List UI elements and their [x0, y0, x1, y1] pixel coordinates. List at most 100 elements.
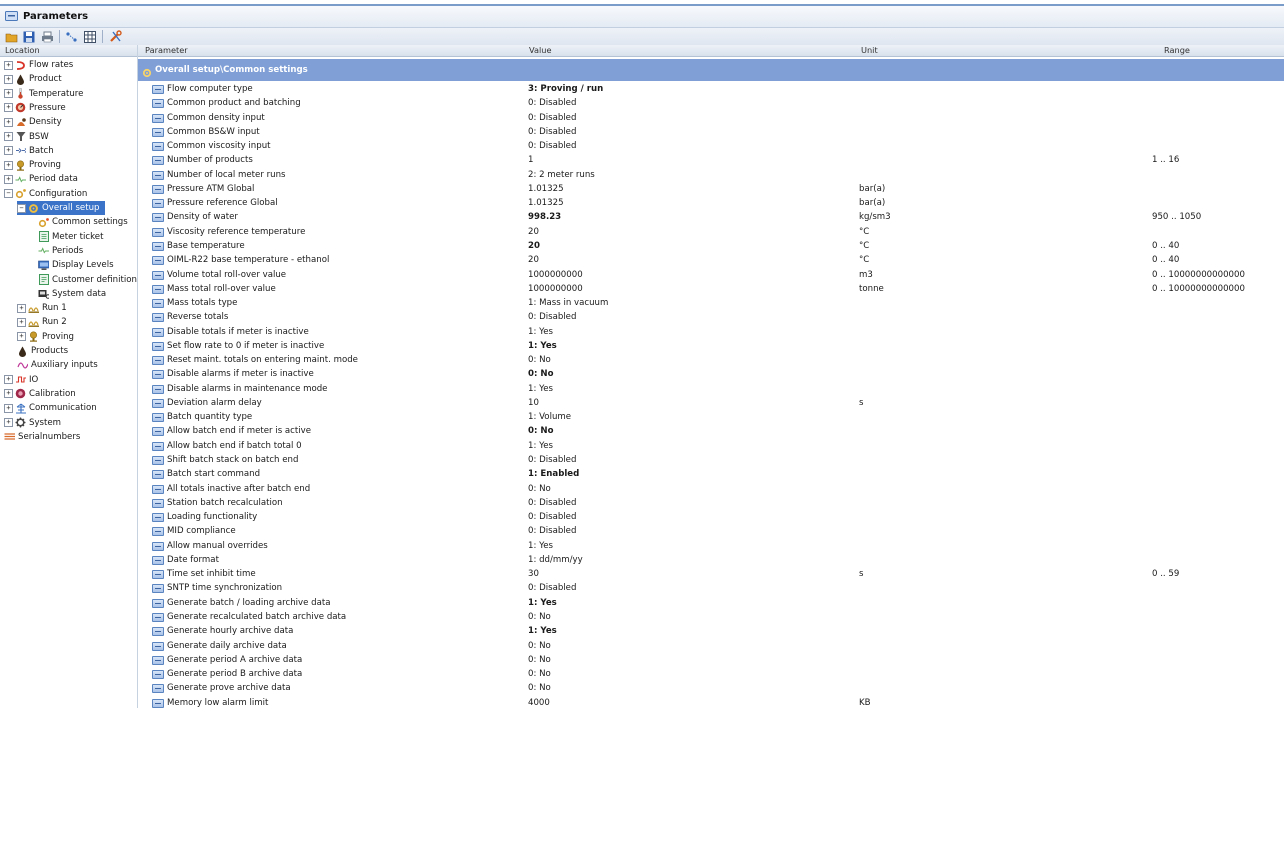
parameter-row[interactable]: Reset maint. totals on entering maint. m… — [138, 353, 1284, 367]
parameter-row[interactable]: Number of local meter runs 2: 2 meter run… — [138, 168, 1284, 182]
parameter-row[interactable]: Allow batch end if meter is active 0: No — [138, 424, 1284, 438]
parameter-value[interactable]: 0: No — [528, 482, 551, 496]
parameter-value[interactable]: 1: Yes — [528, 439, 553, 453]
parameter-row[interactable]: Reverse totals 0: Disabled — [138, 310, 1284, 324]
parameter-row[interactable]: Shift batch stack on batch end 0: Disable… — [138, 453, 1284, 467]
parameter-row[interactable]: Set flow rate to 0 if meter is inactive 1… — [138, 339, 1284, 353]
expand-toggle[interactable]: + — [17, 332, 26, 342]
parameter-row[interactable]: Number of products 1 1 .. 16 — [138, 153, 1284, 167]
parameter-value[interactable]: 0: No — [528, 667, 551, 681]
parameter-value[interactable]: 30 — [528, 567, 539, 581]
grid-button[interactable] — [82, 29, 97, 44]
parameter-value[interactable]: 1: Yes — [528, 624, 557, 638]
expand-toggle[interactable]: + — [4, 160, 13, 170]
tree-item-products[interactable]: Products — [17, 344, 68, 358]
expand-toggle[interactable]: + — [4, 403, 13, 413]
parameter-value[interactable]: 0: Disabled — [528, 139, 576, 153]
tree-item-flow-rates[interactable]: + Flow rates — [4, 58, 73, 72]
parameter-row[interactable]: Base temperature 20 °C 0 .. 40 — [138, 239, 1284, 253]
tree-item-overall-setup[interactable]: − Overall setup — [17, 201, 106, 215]
parameter-row[interactable]: Disable alarms if meter is inactive 0: No — [138, 367, 1284, 381]
parameter-row[interactable]: Disable totals if meter is inactive 1: Ye… — [138, 325, 1284, 339]
collapse-toggle[interactable]: − — [4, 189, 13, 199]
parameter-value[interactable]: 1: Mass in vacuum — [528, 296, 608, 310]
parameter-value[interactable]: 1: Yes — [528, 539, 553, 553]
parameter-value[interactable]: 10 — [528, 396, 539, 410]
tree-item-run-1[interactable]: + Run 1 — [17, 301, 67, 315]
tree-item-proving[interactable]: + Proving — [4, 158, 61, 172]
column-header-range[interactable]: Range — [1164, 45, 1190, 56]
expand-toggle[interactable]: + — [4, 132, 13, 141]
expand-toggle[interactable]: + — [4, 174, 13, 184]
open-folder-button[interactable] — [4, 29, 19, 44]
parameter-row[interactable]: Common density input 0: Disabled — [138, 111, 1284, 125]
parameter-row[interactable]: OIML-R22 base temperature - ethanol 20 °C 0… — [138, 253, 1284, 267]
tree-item-system[interactable]: + System — [4, 416, 61, 430]
tree-item-calibration[interactable]: + Calibration — [4, 387, 76, 401]
parameter-row[interactable]: Deviation alarm delay 10 s — [138, 396, 1284, 410]
parameter-value[interactable]: 1: Yes — [528, 339, 557, 353]
tree-item-density[interactable]: + Density — [4, 115, 62, 129]
save-button[interactable] — [21, 29, 36, 44]
tree-item-display-levels[interactable]: Display Levels — [38, 258, 114, 272]
parameter-value[interactable]: 1: Yes — [528, 382, 553, 396]
tree-item-proving[interactable]: + Proving — [17, 330, 74, 344]
parameter-row[interactable]: Volume total roll-over value 1000000000 m3… — [138, 268, 1284, 282]
parameter-value[interactable]: 1: dd/mm/yy — [528, 553, 583, 567]
expand-toggle[interactable]: + — [4, 375, 13, 385]
parameter-row[interactable]: Common BS&W input 0: Disabled — [138, 125, 1284, 139]
tree-item-system-data[interactable]: System data — [38, 287, 106, 301]
parameter-value[interactable]: 0: No — [528, 681, 551, 695]
parameter-row[interactable]: Mass total roll-over value 1000000000 tonn… — [138, 282, 1284, 296]
parameter-row[interactable]: Generate period B archive data 0: No — [138, 667, 1284, 681]
group-header-common-settings[interactable]: Overall setup\Common settings — [138, 59, 1284, 81]
parameter-row[interactable]: Common product and batching 0: Disabled — [138, 96, 1284, 110]
tree-item-temperature[interactable]: + Temperature — [4, 87, 83, 101]
parameter-value[interactable]: 0: No — [528, 424, 554, 438]
parameter-value[interactable]: 20 — [528, 253, 539, 267]
column-header-parameter[interactable]: Parameter — [145, 45, 188, 56]
parameter-row[interactable]: Disable alarms in maintenance mode 1: Yes — [138, 382, 1284, 396]
tree-item-period-data[interactable]: + Period data — [4, 172, 78, 186]
tree-item-customer-definition[interactable]: Customer definition — [38, 273, 137, 287]
tree-item-configuration[interactable]: − Configuration — [4, 187, 87, 201]
parameter-row[interactable]: Station batch recalculation 0: Disabled — [138, 496, 1284, 510]
parameter-row[interactable]: Viscosity reference temperature 20 °C — [138, 225, 1284, 239]
expand-toggle[interactable]: + — [4, 389, 13, 399]
tree-item-batch[interactable]: + Batch — [4, 144, 54, 158]
parameter-row[interactable]: SNTP time synchronization 0: Disabled — [138, 581, 1284, 595]
parameter-value[interactable]: 0: Disabled — [528, 453, 576, 467]
tree-item-common-settings[interactable]: Common settings — [38, 215, 128, 229]
parameter-value[interactable]: 1000000000 — [528, 282, 583, 296]
parameter-row[interactable]: Loading functionality 0: Disabled — [138, 510, 1284, 524]
parameter-row[interactable]: Batch quantity type 1: Volume — [138, 410, 1284, 424]
expand-toggle[interactable]: + — [4, 418, 13, 427]
expand-toggle[interactable]: + — [17, 317, 26, 327]
parameter-row[interactable]: Allow manual overrides 1: Yes — [138, 539, 1284, 553]
parameter-row[interactable]: Date format 1: dd/mm/yy — [138, 553, 1284, 567]
parameter-value[interactable]: 1 — [528, 153, 533, 167]
parameter-value[interactable]: 1: Enabled — [528, 467, 579, 481]
parameter-row[interactable]: Flow computer type 3: Proving / run — [138, 82, 1284, 96]
parameter-value[interactable]: 1: Yes — [528, 325, 553, 339]
parameter-row[interactable]: All totals inactive after batch end 0: No — [138, 482, 1284, 496]
parameter-row[interactable]: Generate prove archive data 0: No — [138, 681, 1284, 695]
parameter-row[interactable]: MID compliance 0: Disabled — [138, 524, 1284, 538]
parameter-value[interactable]: 0: No — [528, 353, 551, 367]
parameter-value[interactable]: 0: Disabled — [528, 111, 576, 125]
tree-item-meter-ticket[interactable]: Meter ticket — [38, 230, 103, 244]
parameter-value[interactable]: 0: Disabled — [528, 510, 576, 524]
parameter-value[interactable]: 1000000000 — [528, 268, 583, 282]
tools-button[interactable] — [108, 29, 123, 44]
parameter-value[interactable]: 1: Volume — [528, 410, 571, 424]
tree-item-serialnumbers[interactable]: Serialnumbers — [4, 430, 80, 444]
expand-toggle[interactable]: + — [4, 74, 13, 84]
parameter-value[interactable]: 0: Disabled — [528, 96, 576, 110]
tree-item-bsw[interactable]: + BSW — [4, 130, 49, 144]
parameter-value[interactable]: 3: Proving / run — [528, 82, 603, 96]
parameter-value[interactable]: 1.01325 — [528, 196, 564, 210]
connect-button[interactable] — [64, 29, 79, 44]
parameter-row[interactable]: Common viscosity input 0: Disabled — [138, 139, 1284, 153]
parameter-row[interactable]: Batch start command 1: Enabled — [138, 467, 1284, 481]
parameter-value[interactable]: 0: Disabled — [528, 496, 576, 510]
